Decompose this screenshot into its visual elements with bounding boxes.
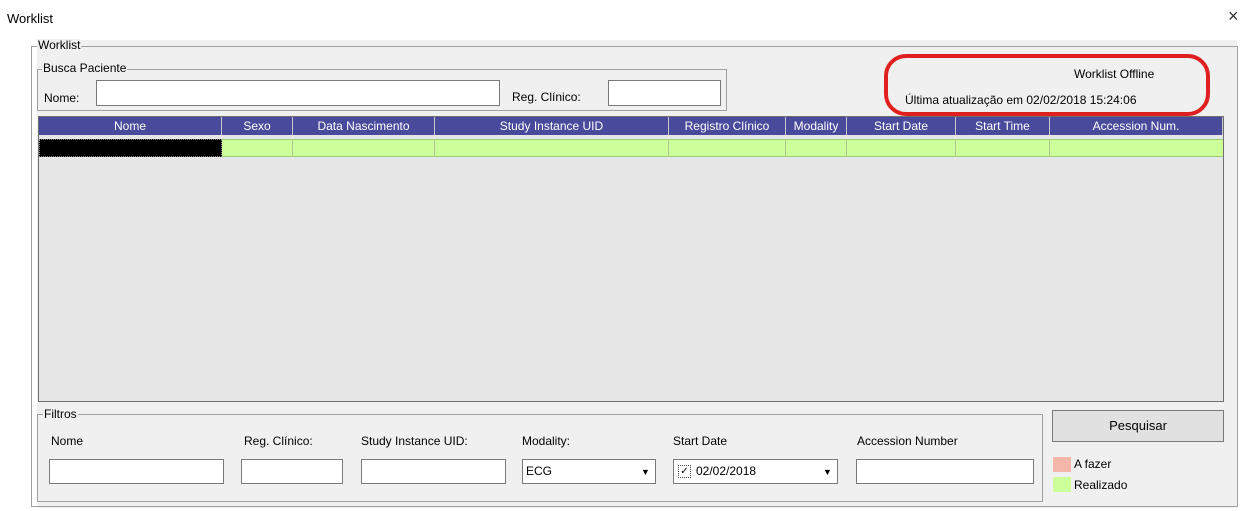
filtro-reg-input[interactable] [241, 459, 343, 484]
busca-reg-label: Reg. Clínico: [512, 90, 581, 104]
modality-select[interactable]: ECG ▼ [522, 459, 656, 484]
column-header-registro[interactable]: Registro Clínico [669, 117, 786, 135]
filtro-modality-label: Modality: [522, 434, 571, 448]
column-header-study-uid[interactable]: Study Instance UID [435, 117, 669, 135]
column-header-data-nascimento[interactable]: Data Nascimento [293, 117, 435, 135]
a-fazer-label: A fazer [1074, 457, 1112, 471]
column-header-start-date[interactable]: Start Date [847, 117, 956, 135]
realizado-swatch [1053, 477, 1071, 492]
filtro-reg-label: Reg. Clínico: [244, 434, 313, 448]
busca-reg-input[interactable] [608, 80, 721, 106]
filtros-legend: Filtros [43, 407, 78, 421]
column-header-nome[interactable]: Nome [39, 117, 222, 135]
busca-paciente-legend: Busca Paciente [42, 61, 128, 75]
column-header-sexo[interactable]: Sexo [222, 117, 293, 135]
table-cell-sexo[interactable] [222, 139, 293, 157]
realizado-label: Realizado [1074, 478, 1128, 492]
column-header-modality[interactable]: Modality [786, 117, 847, 135]
column-header-start-time[interactable]: Start Time [956, 117, 1050, 135]
table-cell-data-nascimento[interactable] [293, 139, 435, 157]
chevron-down-icon[interactable]: ▼ [638, 464, 653, 480]
table-cell-accession[interactable] [1050, 139, 1223, 157]
table-cell-modality[interactable] [786, 139, 847, 157]
filtros-group [37, 414, 1043, 502]
table-cell-registro[interactable] [669, 139, 786, 157]
filtro-accession-label: Accession Number [857, 434, 958, 448]
filtro-accession-input[interactable] [856, 459, 1034, 484]
status-highlight [884, 54, 1210, 116]
worklist-group-legend: Worklist [37, 38, 82, 52]
close-icon[interactable]: × [1228, 6, 1239, 27]
worklist-table[interactable]: Nome Sexo Data Nascimento Study Instance… [38, 116, 1224, 402]
filtro-start-date-label: Start Date [673, 434, 728, 448]
column-header-accession[interactable]: Accession Num. [1050, 117, 1223, 135]
table-cell-nome[interactable] [39, 139, 222, 157]
pesquisar-button[interactable]: Pesquisar [1052, 410, 1224, 442]
window-title: Worklist [7, 11, 53, 26]
table-cell-study-uid[interactable] [435, 139, 669, 157]
start-date-checkbox[interactable]: ✓ [678, 465, 691, 478]
filtro-nome-label: Nome [51, 434, 84, 448]
chevron-down-icon[interactable]: ▼ [820, 464, 835, 480]
busca-nome-input[interactable] [96, 80, 500, 106]
filtro-uid-label: Study Instance UID: [361, 434, 468, 448]
start-date-picker[interactable]: ✓ 02/02/2018 ▼ [673, 459, 838, 484]
table-cell-start-time[interactable] [956, 139, 1050, 157]
table-cell-start-date[interactable] [847, 139, 956, 157]
modality-select-value: ECG [526, 464, 553, 478]
start-date-value: 02/02/2018 [696, 464, 757, 478]
filtro-uid-input[interactable] [361, 459, 506, 484]
filtro-nome-input[interactable] [49, 459, 224, 484]
a-fazer-swatch [1053, 457, 1071, 472]
busca-nome-label: Nome: [44, 91, 80, 105]
